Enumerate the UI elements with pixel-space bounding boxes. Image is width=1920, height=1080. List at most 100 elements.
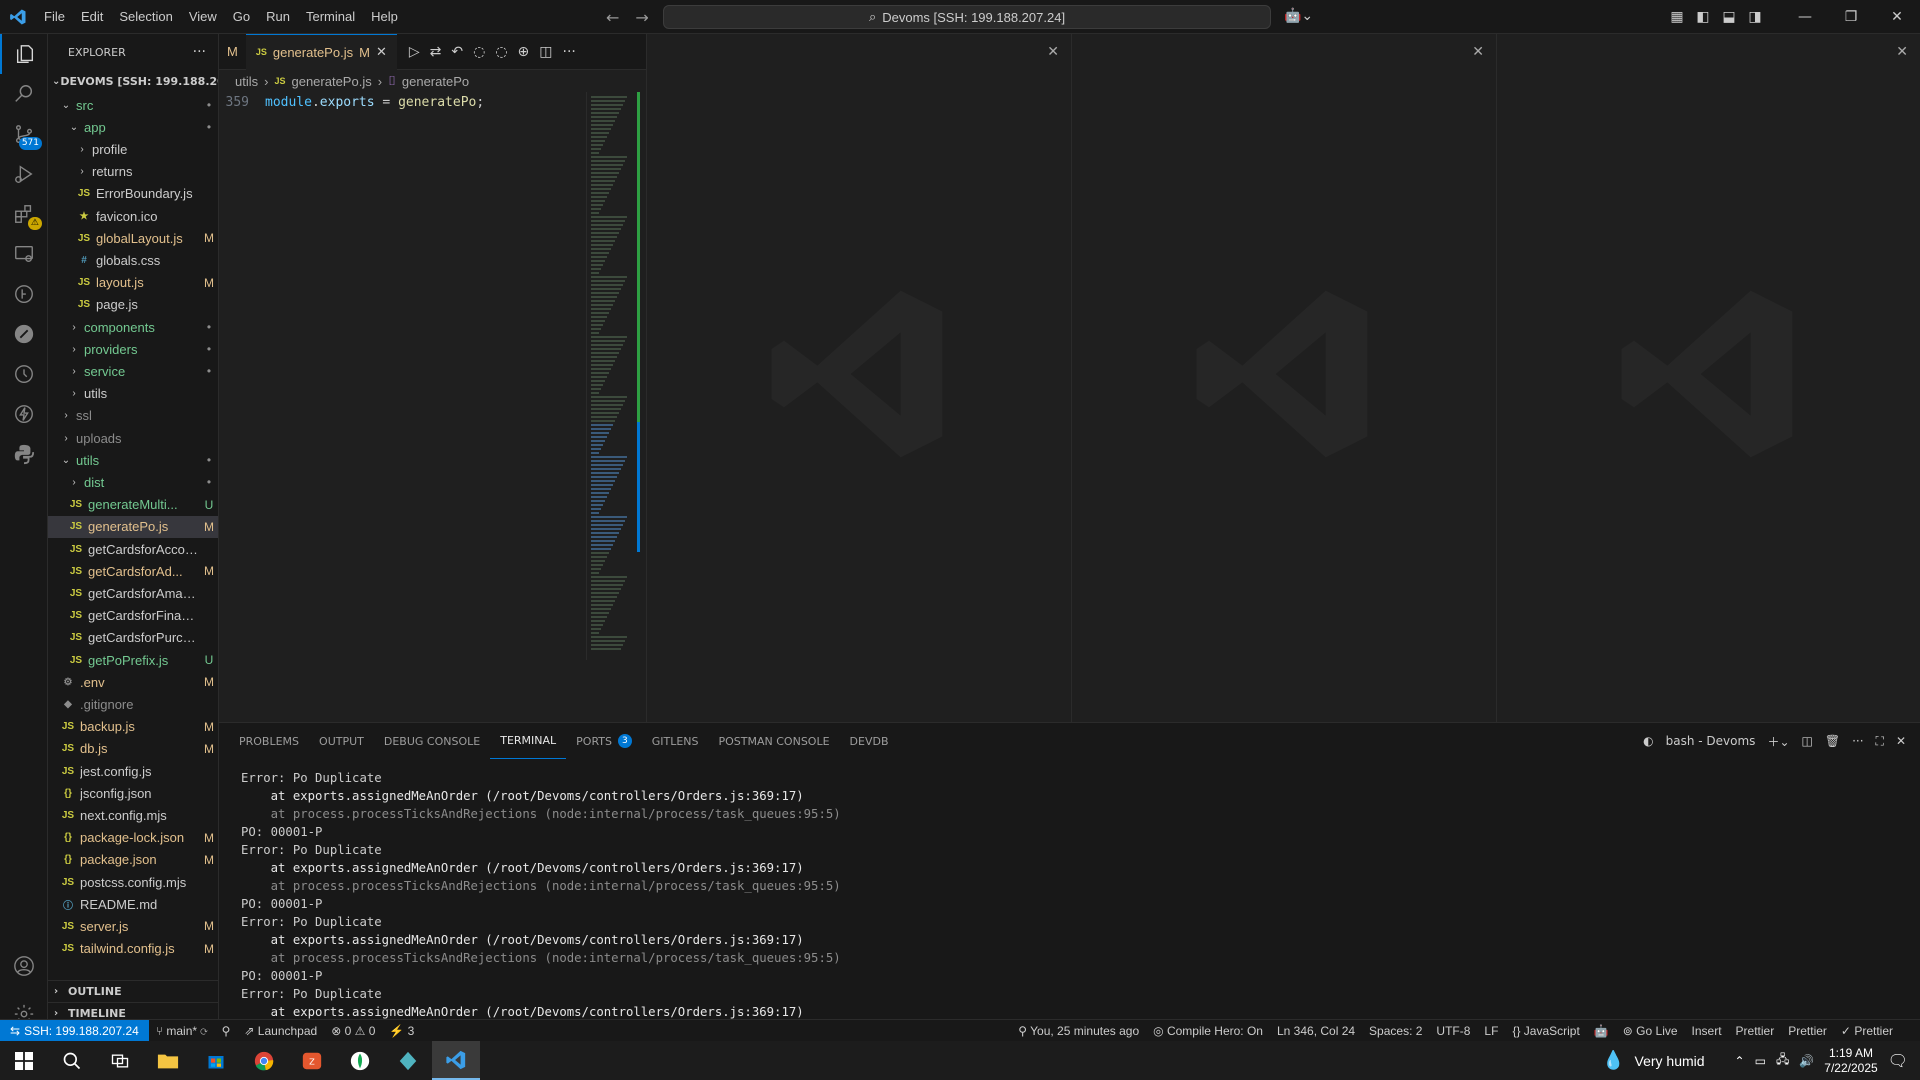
menu-item-file[interactable]: File: [36, 9, 73, 24]
close-group-icon[interactable]: ✕: [1472, 44, 1484, 60]
tray-chevron-up-icon[interactable]: ⌃: [1735, 1054, 1745, 1068]
explorer-icon[interactable]: [0, 34, 48, 74]
tree-folder[interactable]: ⌄ src •: [48, 94, 218, 116]
menu-item-view[interactable]: View: [181, 9, 225, 24]
prettier-status-2[interactable]: Prettier: [1781, 1024, 1834, 1038]
app-diamond-icon[interactable]: [384, 1041, 432, 1080]
tree-file[interactable]: JS ErrorBoundary.js: [48, 183, 218, 205]
tree-file[interactable]: JS globalLayout.js M: [48, 227, 218, 249]
menu-item-go[interactable]: Go: [225, 9, 258, 24]
panel-tab-gitlens[interactable]: GITLENS: [642, 723, 709, 759]
menu-item-run[interactable]: Run: [258, 9, 298, 24]
remote-explorer-icon[interactable]: [0, 234, 48, 274]
chrome-icon[interactable]: [240, 1041, 288, 1080]
command-center[interactable]: ⌕ Devoms [SSH: 199.188.207.24]: [663, 5, 1271, 29]
windows-start-icon[interactable]: [0, 1041, 48, 1080]
gitlens-blame-icon[interactable]: ⊕: [518, 44, 530, 60]
terminal-output[interactable]: Error: Po Duplicate at exports.assignedM…: [241, 769, 841, 1021]
panel-tab-postman-console[interactable]: POSTMAN CONSOLE: [709, 723, 840, 759]
panel-tab-ports[interactable]: PORTS 3: [566, 723, 642, 759]
copilot-icon[interactable]: 🤖⌄: [1284, 8, 1313, 24]
toggle-secondary-sidebar-icon[interactable]: ◨: [1742, 9, 1768, 25]
menu-item-terminal[interactable]: Terminal: [298, 9, 363, 24]
kill-terminal-icon[interactable]: 🗑: [1825, 734, 1840, 748]
tree-folder[interactable]: › profile: [48, 138, 218, 160]
vscode-taskbar-icon[interactable]: [432, 1041, 480, 1080]
gitlens-icon[interactable]: [0, 274, 48, 314]
tree-file[interactable]: ⚙ .env M: [48, 671, 218, 693]
file-explorer-icon[interactable]: [144, 1041, 192, 1080]
python-icon[interactable]: [0, 434, 48, 474]
volume-icon[interactable]: 🔊: [1799, 1054, 1814, 1068]
restore-icon[interactable]: ❐: [1828, 9, 1874, 25]
menu-item-edit[interactable]: Edit: [73, 9, 111, 24]
sync-icon[interactable]: ⚲: [215, 1024, 238, 1038]
menu-item-selection[interactable]: Selection: [111, 9, 180, 24]
source-control-icon[interactable]: 571: [0, 114, 48, 154]
zoho-cliq-icon[interactable]: Z: [288, 1041, 336, 1080]
line-ending[interactable]: LF: [1477, 1024, 1505, 1038]
breadcrumb-folder[interactable]: utils: [235, 74, 258, 89]
extensions-icon[interactable]: ⚠: [0, 194, 48, 234]
new-terminal-icon[interactable]: ＋⌄: [1767, 733, 1789, 750]
lightning-icon[interactable]: [0, 394, 48, 434]
close-group-icon[interactable]: ✕: [1896, 44, 1908, 60]
tree-file[interactable]: JS getCardsforAmazon.js: [48, 582, 218, 604]
breadcrumb-symbol[interactable]: generatePo: [402, 74, 469, 89]
panel-tab-debug-console[interactable]: DEBUG CONSOLE: [374, 723, 490, 759]
tree-folder[interactable]: › uploads: [48, 427, 218, 449]
run-debug-icon[interactable]: [0, 154, 48, 194]
minimize-icon[interactable]: —: [1782, 9, 1828, 25]
tree-file[interactable]: JS generateMulti... U: [48, 494, 218, 516]
tree-folder[interactable]: ⌄ app •: [48, 116, 218, 138]
terminal-name[interactable]: bash - Devoms: [1666, 734, 1756, 748]
workspace-root[interactable]: ⌄ DEVOMS [SSH: 199.188.20...: [48, 70, 218, 92]
next-change-icon[interactable]: ◌: [495, 44, 507, 60]
close-window-icon[interactable]: ✕: [1874, 9, 1920, 25]
mongodb-compass-icon[interactable]: [336, 1041, 384, 1080]
go-live-status[interactable]: ⊚ Go Live: [1616, 1024, 1685, 1038]
tree-file[interactable]: JS server.js M: [48, 915, 218, 937]
tree-file[interactable]: JS tailwind.config.js M: [48, 938, 218, 960]
clock[interactable]: 1:19 AM 7/22/2025: [1824, 1046, 1877, 1076]
toggle-panel-icon[interactable]: ⬓: [1716, 9, 1742, 25]
tree-folder[interactable]: › dist •: [48, 471, 218, 493]
more-editor-actions-icon[interactable]: ···: [563, 44, 576, 60]
panel-tab-devdb[interactable]: DEVDB: [840, 723, 899, 759]
panel-tab-problems[interactable]: PROBLEMS: [229, 723, 309, 759]
outline-section[interactable]: › OUTLINE: [48, 980, 218, 1002]
task-view-icon[interactable]: [96, 1041, 144, 1080]
microsoft-store-icon[interactable]: [192, 1041, 240, 1080]
tree-file[interactable]: JS backup.js M: [48, 716, 218, 738]
tree-file[interactable]: # globals.css: [48, 249, 218, 271]
insert-mode[interactable]: Insert: [1685, 1024, 1729, 1038]
prev-change-icon[interactable]: ◌: [473, 44, 485, 60]
tree-file[interactable]: {} package-lock.json M: [48, 827, 218, 849]
tree-folder[interactable]: › providers •: [48, 338, 218, 360]
account-icon[interactable]: [0, 946, 48, 986]
customize-layout-icon[interactable]: ▦: [1664, 9, 1690, 25]
weather-label[interactable]: Very humid: [1635, 1053, 1705, 1069]
tree-file[interactable]: {} jsconfig.json: [48, 782, 218, 804]
tree-file[interactable]: JS db.js M: [48, 738, 218, 760]
tree-file[interactable]: JS page.js: [48, 294, 218, 316]
tree-folder[interactable]: › service •: [48, 360, 218, 382]
tab-generatepo[interactable]: JS generatePo.js M ✕: [245, 33, 397, 70]
encoding[interactable]: UTF-8: [1429, 1024, 1477, 1038]
language-mode[interactable]: {} JavaScript: [1505, 1024, 1586, 1038]
prettier-status-3[interactable]: ✓ Prettier: [1834, 1024, 1900, 1038]
tree-file[interactable]: ⓘ README.md: [48, 893, 218, 915]
close-tab-icon[interactable]: ✕: [376, 44, 387, 60]
remote-indicator[interactable]: ⇆ SSH: 199.188.207.24: [0, 1019, 149, 1042]
tree-file[interactable]: JS getCardsforFinance.js: [48, 605, 218, 627]
tree-file[interactable]: JS getCardsforAccount.js: [48, 538, 218, 560]
tree-file[interactable]: ◆ .gitignore: [48, 693, 218, 715]
forward-arrow-icon[interactable]: →: [635, 8, 648, 27]
tree-file[interactable]: JS getPoPrefix.js U: [48, 649, 218, 671]
split-terminal-icon[interactable]: ◫: [1802, 734, 1813, 748]
problems-status[interactable]: ⊗ 0 ⚠ 0: [324, 1024, 382, 1038]
launchpad-status[interactable]: ⇗ Launchpad: [237, 1024, 324, 1038]
tree-folder[interactable]: › returns: [48, 161, 218, 183]
tree-file[interactable]: ★ favicon.ico: [48, 205, 218, 227]
indentation[interactable]: Spaces: 2: [1362, 1024, 1429, 1038]
